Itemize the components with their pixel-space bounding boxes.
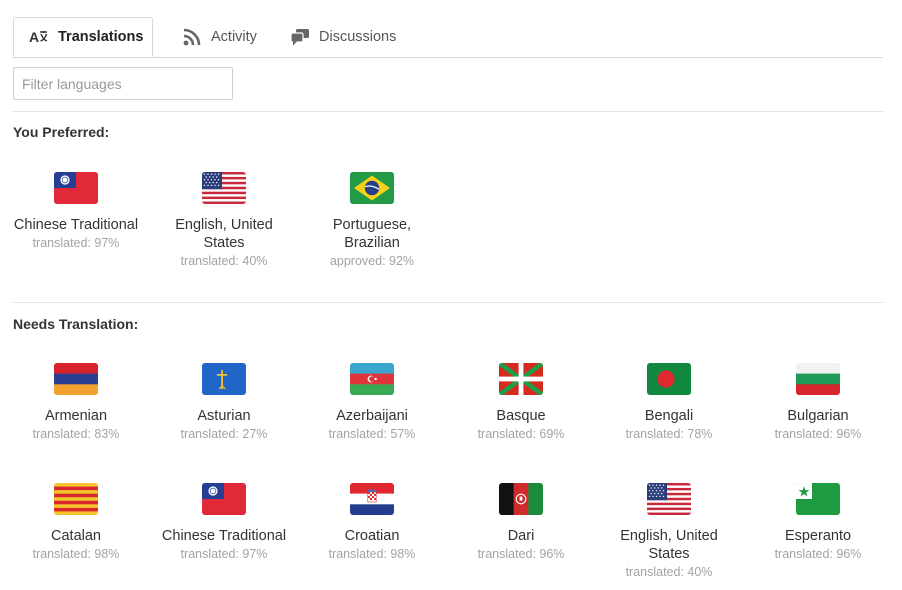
language-card[interactable]: Chinese Traditional translated: 97% bbox=[2, 172, 150, 252]
language-card[interactable]: Basque translated: 69% bbox=[447, 363, 595, 443]
divider bbox=[13, 111, 883, 112]
language-status: translated: 97% bbox=[32, 236, 120, 250]
language-status: approved: 92% bbox=[329, 254, 415, 268]
language-name: Basque bbox=[496, 408, 546, 424]
language-name: Portuguese, Brazilian bbox=[332, 217, 412, 251]
rss-icon bbox=[181, 27, 203, 47]
language-status: translated: 96% bbox=[774, 427, 862, 441]
language-card[interactable]: Bulgarian translated: 96% bbox=[744, 363, 892, 443]
language-name: Bulgarian bbox=[787, 408, 849, 424]
section-title-preferred: You Preferred: bbox=[13, 124, 110, 140]
svg-text:A: A bbox=[29, 29, 39, 45]
us-flag-icon bbox=[647, 483, 691, 515]
divider bbox=[13, 302, 883, 303]
filter-languages-input[interactable] bbox=[13, 67, 233, 100]
language-card[interactable]: English, United States translated: 40% bbox=[595, 483, 743, 581]
brazil-flag-icon bbox=[350, 172, 394, 204]
chat-bubbles-icon bbox=[289, 27, 311, 47]
language-name: Dari bbox=[507, 528, 535, 544]
language-status: translated: 83% bbox=[32, 427, 120, 441]
us-flag-icon bbox=[202, 172, 246, 204]
taiwan-flag-icon bbox=[202, 483, 246, 515]
tab-discussions-label: Discussions bbox=[319, 28, 397, 45]
language-card[interactable]: Portuguese, Brazilian approved: 92% bbox=[298, 172, 446, 270]
language-status: translated: 69% bbox=[477, 427, 565, 441]
catalonia-flag-icon bbox=[54, 483, 98, 515]
language-name: Esperanto bbox=[784, 528, 852, 544]
language-name: Catalan bbox=[51, 528, 101, 544]
taiwan-flag-icon bbox=[54, 172, 98, 204]
language-name: Chinese Traditional bbox=[161, 528, 287, 544]
azerbaijan-flag-icon bbox=[350, 363, 394, 395]
language-card[interactable]: Esperanto translated: 96% bbox=[744, 483, 892, 563]
language-card[interactable]: Catalan translated: 98% bbox=[2, 483, 150, 563]
tab-activity[interactable]: Activity bbox=[181, 17, 257, 56]
language-status: translated: 98% bbox=[328, 547, 416, 561]
tab-translations-label: Translations bbox=[58, 29, 144, 45]
translations-panel: A Translations Activity Discussions Filt… bbox=[13, 0, 883, 579]
language-status: translated: 97% bbox=[180, 547, 268, 561]
language-status: translated: 40% bbox=[180, 254, 268, 268]
language-status: translated: 57% bbox=[328, 427, 416, 441]
section-title-needs-translation: Needs Translation: bbox=[13, 316, 139, 332]
language-status: translated: 40% bbox=[625, 565, 713, 579]
language-status: translated: 78% bbox=[625, 427, 713, 441]
bangladesh-flag-icon bbox=[647, 363, 691, 395]
language-name: Chinese Traditional bbox=[13, 217, 139, 233]
language-card[interactable]: Armenian translated: 83% bbox=[2, 363, 150, 443]
language-status: translated: 96% bbox=[477, 547, 565, 561]
afghanistan-flag-icon bbox=[499, 483, 543, 515]
language-name: Armenian bbox=[44, 408, 108, 424]
language-name: Asturian bbox=[197, 408, 251, 424]
language-status: translated: 27% bbox=[180, 427, 268, 441]
language-card[interactable]: Croatian translated: 98% bbox=[298, 483, 446, 563]
language-card[interactable]: Asturian translated: 27% bbox=[150, 363, 298, 443]
translate-icon: A bbox=[28, 27, 50, 47]
language-name: English, United States bbox=[620, 528, 718, 562]
language-name: Bengali bbox=[644, 408, 694, 424]
language-status: translated: 98% bbox=[32, 547, 120, 561]
croatia-flag-icon bbox=[350, 483, 394, 515]
language-card[interactable]: Chinese Traditional translated: 97% bbox=[150, 483, 298, 563]
language-status: translated: 96% bbox=[774, 547, 862, 561]
tab-bar: A Translations Activity Discussions bbox=[13, 0, 883, 58]
tab-discussions[interactable]: Discussions bbox=[289, 17, 396, 56]
tab-activity-label: Activity bbox=[211, 28, 257, 45]
asturias-flag-icon bbox=[202, 363, 246, 395]
language-card[interactable]: Azerbaijani translated: 57% bbox=[298, 363, 446, 443]
language-name: Azerbaijani bbox=[336, 408, 408, 424]
tab-translations[interactable]: A Translations bbox=[13, 17, 153, 57]
armenia-flag-icon bbox=[54, 363, 98, 395]
language-card[interactable]: English, United States translated: 40% bbox=[150, 172, 298, 270]
basque-flag-icon bbox=[499, 363, 543, 395]
language-card[interactable]: Dari translated: 96% bbox=[447, 483, 595, 563]
bulgaria-flag-icon bbox=[796, 363, 840, 395]
language-name: Croatian bbox=[344, 528, 400, 544]
language-card[interactable]: Bengali translated: 78% bbox=[595, 363, 743, 443]
language-name: English, United States bbox=[175, 217, 273, 251]
esperanto-flag-icon bbox=[796, 483, 840, 515]
